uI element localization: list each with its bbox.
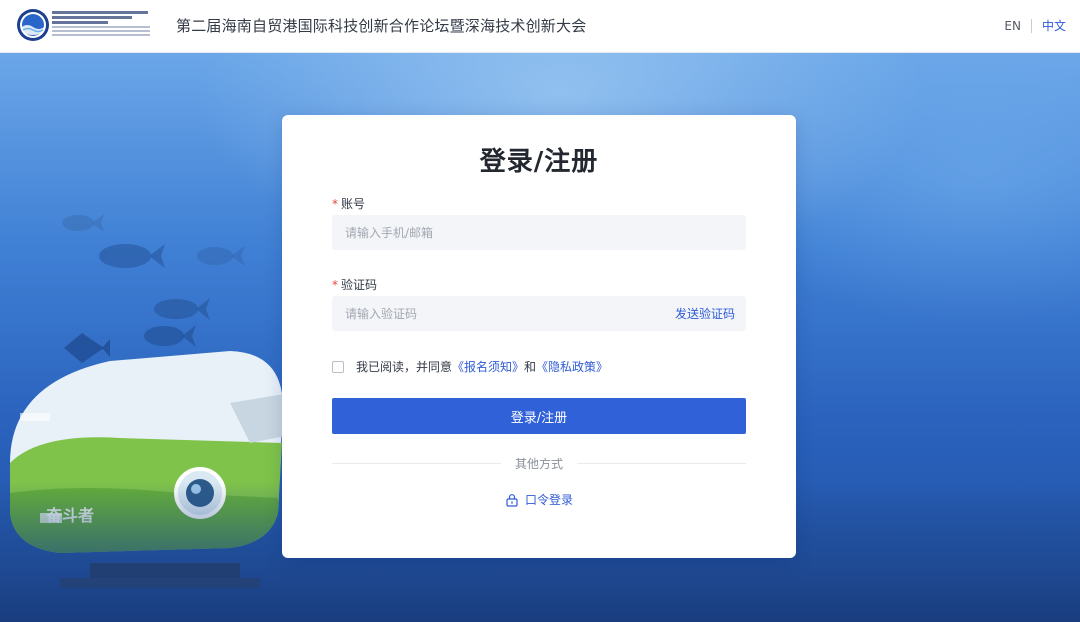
other-methods-divider: 其他方式	[332, 455, 747, 471]
agreement-prefix: 我已阅读，并同意	[356, 360, 453, 374]
divider-line-left	[332, 462, 501, 464]
fish-silhouette-icon	[99, 244, 165, 268]
login-card: 登录/注册 *账号 *验证码 发送验证码 我已阅读，并同意 《报名须知》 和 《…	[282, 115, 796, 558]
account-label: * 账号	[332, 195, 365, 212]
lock-icon	[506, 493, 518, 507]
account-input[interactable]	[343, 224, 735, 241]
login-title: 登录/注册	[479, 147, 599, 177]
lang-en-link[interactable]: EN	[1004, 19, 1021, 33]
lang-divider	[1030, 18, 1032, 33]
account-label-text: 账号	[341, 197, 366, 211]
login-register-button[interactable]: 登录/注册	[332, 398, 746, 434]
globe-wave-logo-icon	[17, 9, 49, 41]
password-login-label: 口令登录	[524, 493, 573, 507]
send-code-button[interactable]: 发送验证码	[675, 305, 735, 322]
code-field[interactable]: 发送验证码	[332, 296, 746, 331]
fish-silhouette-icon	[62, 214, 104, 232]
top-header: 第二届海南自贸港国际科技创新合作论坛暨深海技术创新大会 EN 中文	[0, 0, 1080, 53]
notice-link[interactable]: 《报名须知》	[452, 358, 524, 375]
lang-zh-link[interactable]: 中文	[1042, 17, 1066, 34]
agreement-and: 和	[524, 360, 537, 374]
logo-text-lines	[52, 11, 152, 38]
site-title: 第二届海南自贸港国际科技创新合作论坛暨深海技术创新大会	[176, 17, 587, 35]
fish-silhouette-icon	[197, 246, 245, 266]
required-mark: *	[332, 197, 338, 211]
account-field[interactable]	[332, 215, 746, 250]
code-label-text: 验证码	[341, 278, 378, 292]
verification-code-input[interactable]	[343, 305, 667, 322]
forum-logo[interactable]	[16, 8, 152, 44]
agreement-checkbox[interactable]	[332, 360, 344, 373]
privacy-link[interactable]: 《隐私政策》	[536, 358, 608, 375]
password-login-link[interactable]: 口令登录	[282, 491, 796, 508]
language-switcher: EN 中文	[1004, 17, 1066, 34]
required-mark: *	[332, 278, 338, 292]
code-label: * 验证码	[332, 276, 377, 293]
agreement-row: 我已阅读，并同意 《报名须知》 和 《隐私政策》	[332, 358, 608, 375]
other-methods-label: 其他方式	[515, 456, 564, 471]
divider-line-right	[577, 462, 747, 464]
